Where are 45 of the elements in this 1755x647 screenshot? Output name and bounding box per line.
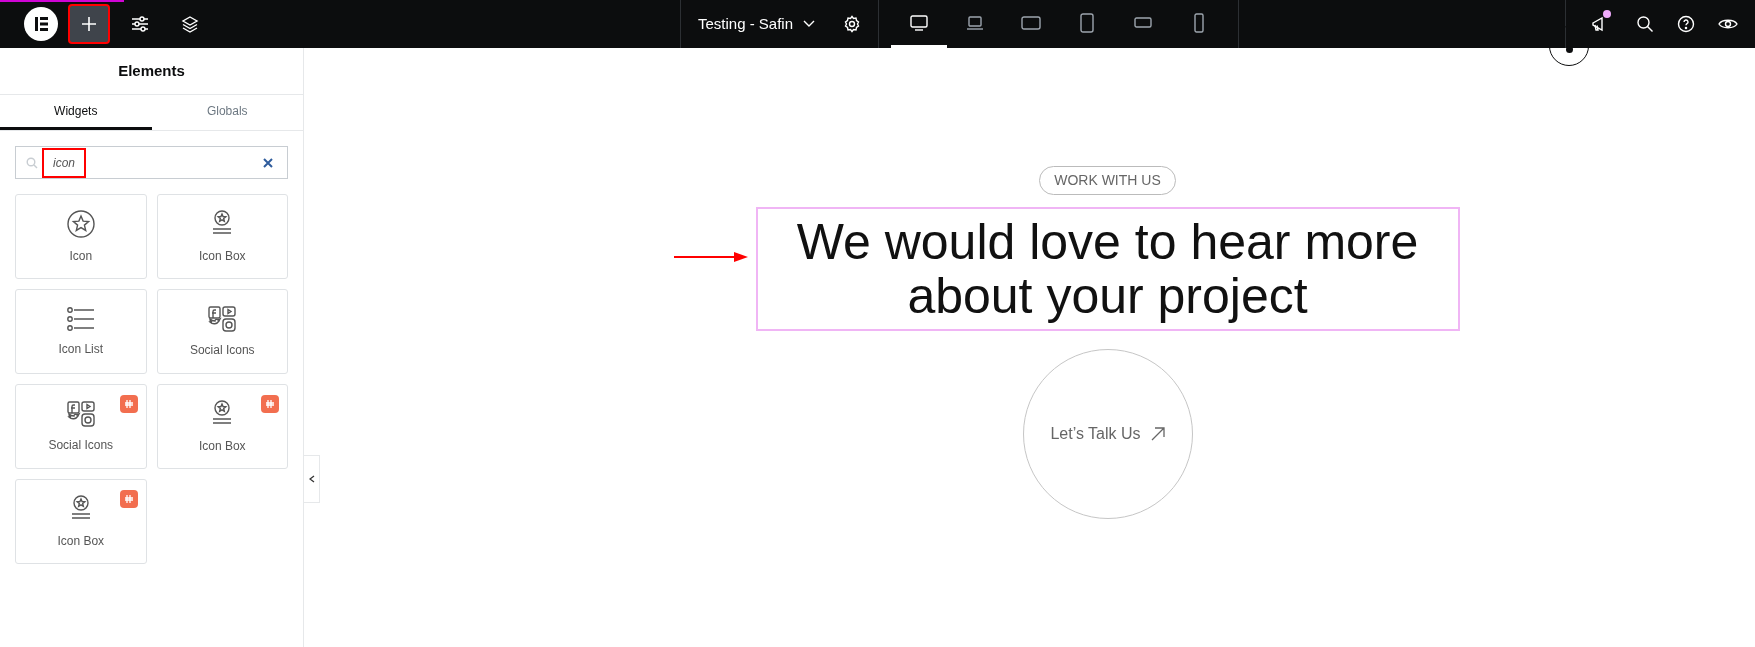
social-icons-icon	[207, 304, 238, 333]
search-icon[interactable]	[1636, 15, 1655, 33]
widget-card[interactable]: Social Icons	[156, 289, 288, 374]
megaphone-icon	[1592, 16, 1605, 32]
document-title-dropdown[interactable]: Testing - Safin	[697, 12, 815, 36]
widget-card[interactable]: Icon Box	[156, 194, 288, 279]
arrow-up-right-icon	[1150, 427, 1165, 441]
widget-label: Icon List	[58, 340, 104, 358]
mobile-landscape-icon	[1134, 17, 1152, 28]
widget-card[interactable]: Icon Box	[15, 479, 147, 564]
widget-card[interactable]: Icon List	[15, 289, 147, 374]
widget-label: Icon Box	[57, 532, 105, 550]
layers-icon	[181, 15, 199, 33]
widget-card[interactable]: Icon Box	[156, 384, 288, 469]
widget-label: Icon Box	[198, 437, 246, 455]
widget-card[interactable]: Icon	[15, 194, 147, 279]
panel-tab[interactable]: Globals	[151, 95, 303, 130]
social-icons-icon	[65, 399, 96, 428]
add-button[interactable]	[68, 4, 110, 44]
chevron-left-icon	[308, 475, 315, 483]
panel-title: Elements	[118, 60, 185, 81]
mobile-icon	[1194, 12, 1204, 33]
widget-card[interactable]: Social Icons	[15, 384, 147, 469]
widget-label: Icon Box	[198, 247, 246, 265]
search-value: icon	[42, 147, 86, 178]
list-icon	[65, 305, 96, 332]
desktop-icon	[910, 14, 928, 31]
widget-label: Social Icons	[189, 341, 255, 359]
panel-tab[interactable]: Widgets	[0, 95, 152, 130]
help-icon[interactable]	[1676, 15, 1695, 33]
plus-icon	[81, 16, 97, 32]
settings-icon[interactable]	[843, 15, 861, 33]
laptop-icon	[966, 15, 984, 30]
sliders-icon	[131, 15, 149, 33]
search-icon	[26, 156, 38, 169]
heading: We would love to hear more about your project	[755, 207, 1460, 331]
tablet-landscape-icon	[1021, 15, 1041, 30]
tablet-icon	[1080, 12, 1094, 33]
clear-icon[interactable]	[263, 157, 273, 168]
chevron-down-icon	[803, 20, 815, 28]
widget-label: Social Icons	[48, 436, 114, 454]
search-field[interactable]: icon	[15, 146, 288, 179]
widget-label: Icon	[69, 247, 93, 265]
star-circle-icon	[65, 208, 96, 239]
logo-icon[interactable]	[24, 7, 58, 41]
